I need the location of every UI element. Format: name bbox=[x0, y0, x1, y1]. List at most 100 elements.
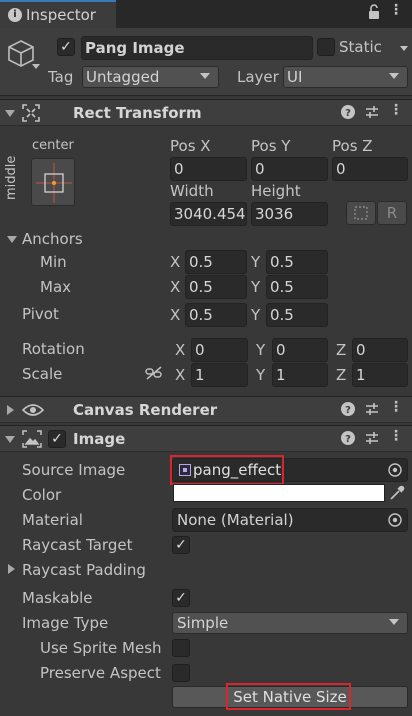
scale-y-axis-label: Y bbox=[256, 366, 266, 384]
layer-label: Layer bbox=[237, 68, 279, 86]
max-x-axis-label: X bbox=[170, 278, 181, 296]
anchors-label: Anchors bbox=[22, 230, 83, 248]
raycast-target-checkbox[interactable]: ✓ bbox=[172, 536, 190, 554]
max-y-axis-label: Y bbox=[251, 278, 261, 296]
pivot-y-field[interactable]: 0.5 bbox=[266, 303, 328, 327]
max-label: Max bbox=[40, 278, 72, 296]
icon-dropdown-arrow-icon[interactable] bbox=[32, 64, 40, 69]
more-options-icon[interactable]: ⋮ bbox=[388, 428, 404, 444]
tag-value: Untagged bbox=[86, 68, 160, 86]
pos-x-field[interactable]: 0 bbox=[170, 157, 247, 181]
tag-label: Tag bbox=[48, 68, 74, 86]
material-value: None (Material) bbox=[177, 511, 294, 529]
eye-icon bbox=[21, 402, 45, 418]
color-label: Color bbox=[22, 486, 62, 504]
foldout-arrow-icon[interactable] bbox=[5, 436, 15, 443]
tab-inspector[interactable]: i Inspector bbox=[0, 0, 116, 28]
constrain-proportions-icon[interactable] bbox=[145, 365, 163, 381]
image-type-value: Simple bbox=[177, 614, 229, 632]
image-enabled-checkbox[interactable]: ✓ bbox=[48, 430, 66, 448]
image-type-label: Image Type bbox=[22, 614, 109, 632]
canvas-renderer-title: Canvas Renderer bbox=[73, 401, 218, 419]
material-field[interactable]: None (Material) bbox=[172, 508, 408, 532]
rot-z-axis-label: Z bbox=[336, 341, 347, 359]
scale-y-field[interactable]: 1 bbox=[272, 363, 328, 387]
rotation-label: Rotation bbox=[22, 340, 85, 358]
set-native-size-highlight bbox=[226, 683, 351, 710]
width-label: Width bbox=[170, 182, 214, 200]
rect-transform-header[interactable]: Rect Transform ? ⋮ bbox=[0, 99, 412, 126]
eyedropper-icon[interactable] bbox=[389, 485, 405, 501]
rotation-x-field[interactable]: 0 bbox=[191, 338, 248, 362]
tab-title: Inspector bbox=[26, 6, 96, 24]
maskable-label: Maskable bbox=[22, 589, 93, 607]
static-dropdown-arrow-icon[interactable] bbox=[400, 46, 408, 51]
min-y-field[interactable]: 0.5 bbox=[266, 250, 328, 274]
object-name-field[interactable]: Pang Image bbox=[81, 36, 313, 60]
rot-x-axis-label: X bbox=[175, 341, 186, 359]
pos-z-field[interactable]: 0 bbox=[332, 157, 408, 181]
scale-x-field[interactable]: 1 bbox=[191, 363, 248, 387]
presets-icon[interactable] bbox=[364, 430, 380, 450]
presets-icon[interactable] bbox=[364, 401, 380, 421]
more-options-icon[interactable]: ⋮ bbox=[388, 399, 404, 415]
chevron-down-icon bbox=[389, 73, 399, 79]
svg-text:?: ? bbox=[345, 405, 351, 416]
rect-transform-icon bbox=[22, 104, 40, 122]
anchor-presets-button[interactable] bbox=[31, 158, 75, 206]
image-type-dropdown[interactable]: Simple bbox=[172, 612, 408, 634]
material-label: Material bbox=[22, 511, 83, 529]
width-field[interactable]: 3040.454 bbox=[170, 202, 247, 226]
anchor-preset-h-label: center bbox=[32, 138, 74, 153]
active-checkbox[interactable]: ✓ bbox=[57, 38, 75, 56]
min-x-field[interactable]: 0.5 bbox=[185, 250, 247, 274]
object-picker-icon[interactable] bbox=[387, 512, 403, 528]
rot-y-axis-label: Y bbox=[256, 341, 266, 359]
pivot-x-field[interactable]: 0.5 bbox=[185, 303, 247, 327]
use-sprite-mesh-checkbox[interactable] bbox=[172, 639, 190, 657]
raycast-padding-foldout-icon[interactable] bbox=[8, 564, 15, 574]
preserve-aspect-label: Preserve Aspect bbox=[40, 664, 161, 682]
layer-dropdown[interactable]: UI bbox=[283, 66, 408, 88]
anchors-foldout-icon[interactable] bbox=[7, 236, 17, 243]
static-checkbox[interactable] bbox=[317, 38, 335, 56]
help-icon[interactable]: ? bbox=[340, 431, 356, 449]
scale-x-axis-label: X bbox=[175, 366, 186, 384]
canvas-renderer-header[interactable]: Canvas Renderer ? ⋮ bbox=[0, 396, 412, 423]
more-options-icon[interactable]: ⋮ bbox=[388, 2, 404, 18]
foldout-arrow-icon[interactable] bbox=[7, 405, 14, 415]
pos-y-field[interactable]: 0 bbox=[251, 157, 328, 181]
height-field[interactable]: 3036 bbox=[251, 202, 328, 226]
scale-label: Scale bbox=[22, 365, 63, 383]
raycast-padding-label: Raycast Padding bbox=[22, 561, 146, 579]
image-component-header[interactable]: ✓ Image ? ⋮ bbox=[0, 425, 412, 452]
rotation-y-field[interactable]: 0 bbox=[272, 338, 328, 362]
max-x-field[interactable]: 0.5 bbox=[185, 275, 247, 299]
maskable-checkbox[interactable]: ✓ bbox=[172, 589, 190, 607]
lock-icon[interactable] bbox=[366, 4, 382, 24]
scale-z-axis-label: Z bbox=[336, 366, 347, 384]
scale-z-field[interactable]: 1 bbox=[352, 363, 408, 387]
help-icon[interactable]: ? bbox=[340, 402, 356, 420]
info-icon: i bbox=[8, 8, 22, 22]
presets-icon[interactable] bbox=[364, 104, 380, 124]
static-label: Static bbox=[339, 38, 382, 56]
min-label: Min bbox=[40, 253, 67, 271]
color-swatch[interactable] bbox=[173, 484, 385, 502]
image-title: Image bbox=[73, 430, 126, 448]
height-label: Height bbox=[251, 182, 301, 200]
tab-bar: i Inspector ⋮ bbox=[0, 0, 412, 28]
max-y-field[interactable]: 0.5 bbox=[266, 275, 328, 299]
preserve-aspect-checkbox[interactable] bbox=[172, 664, 190, 682]
help-icon[interactable]: ? bbox=[340, 105, 356, 123]
use-sprite-mesh-label: Use Sprite Mesh bbox=[40, 639, 162, 657]
blueprint-mode-button[interactable] bbox=[346, 201, 376, 225]
rotation-z-field[interactable]: 0 bbox=[352, 338, 408, 362]
more-options-icon[interactable]: ⋮ bbox=[388, 102, 404, 118]
tag-dropdown[interactable]: Untagged bbox=[82, 66, 219, 88]
object-picker-icon[interactable] bbox=[387, 462, 403, 478]
source-image-label: Source Image bbox=[22, 461, 126, 479]
raw-edit-button[interactable]: R bbox=[377, 201, 407, 225]
object-header: ✓ Pang Image Static Tag Untagged Layer U… bbox=[0, 28, 412, 96]
foldout-arrow-icon[interactable] bbox=[5, 110, 15, 117]
